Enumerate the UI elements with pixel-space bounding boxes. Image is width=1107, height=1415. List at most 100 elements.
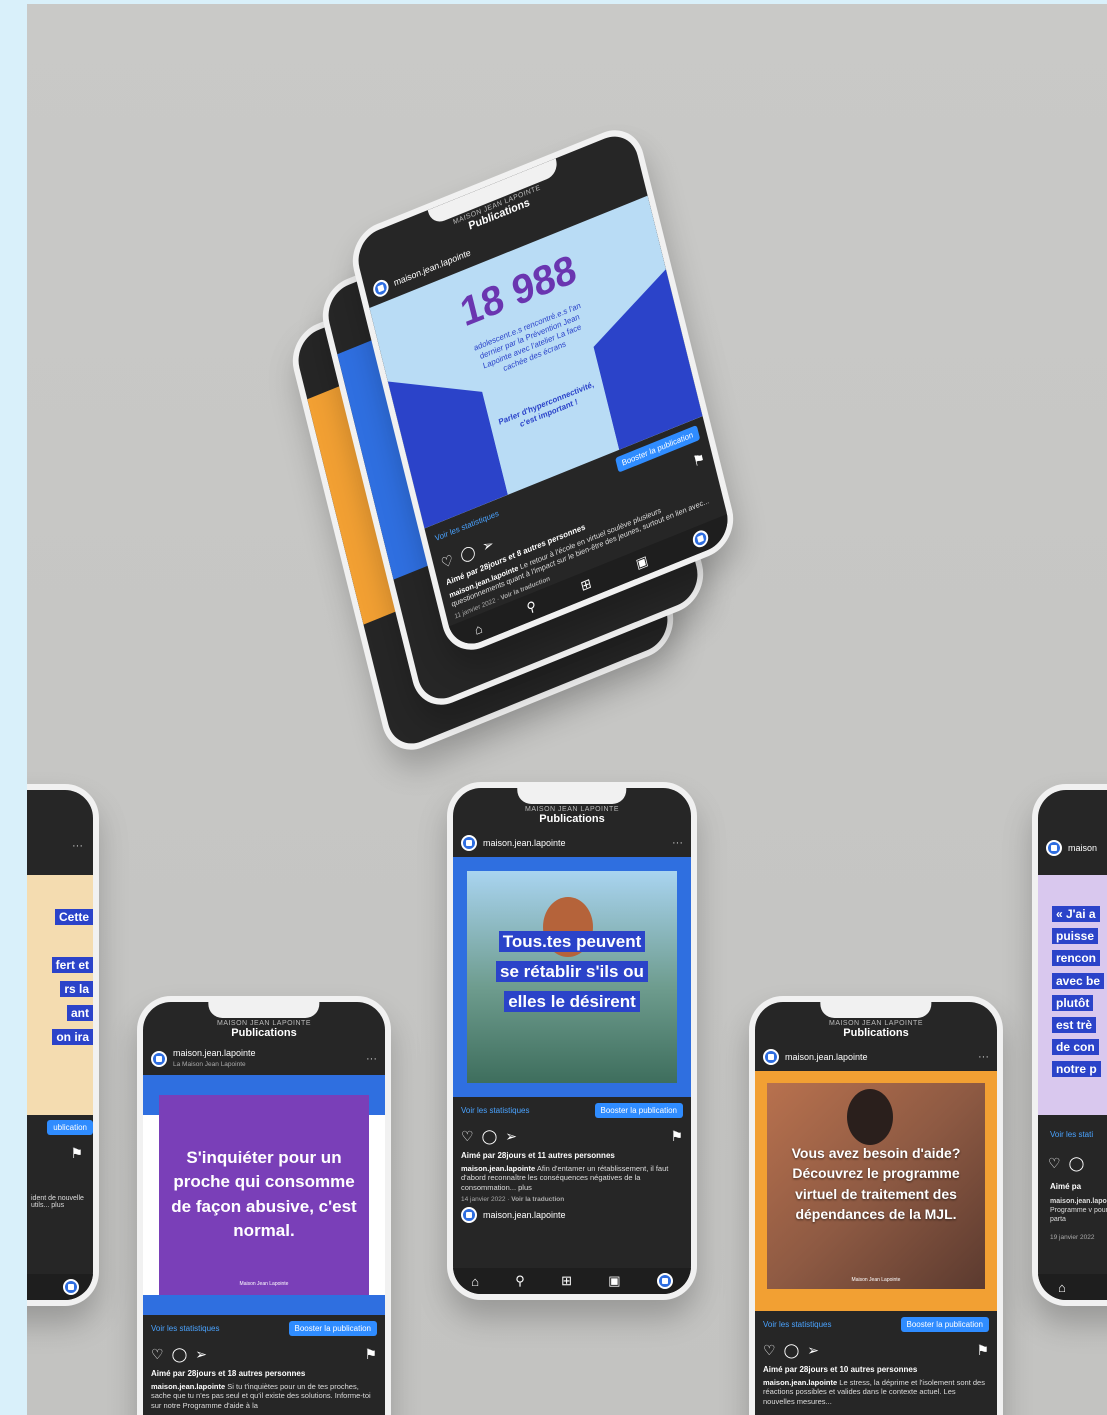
insights-bar: Voir les statistiques Booster la publica… [453, 1097, 691, 1124]
more-icon[interactable]: ··· [672, 837, 683, 849]
post-image: S'inquiéter pour un proche qui consomme … [143, 1074, 385, 1315]
avatar[interactable] [461, 835, 477, 851]
more-icon[interactable]: ··· [72, 840, 83, 852]
post-image: Cette fert et rs la ant on ira [27, 875, 93, 1115]
caption-account[interactable]: maison.jean.lapointe [151, 1382, 225, 1391]
heart-icon[interactable]: ♡ [439, 551, 455, 572]
bookmark-icon[interactable]: ⚑ [976, 1342, 989, 1359]
next-post-account[interactable]: maison.jean.lapointe [453, 1205, 691, 1229]
search-icon[interactable]: ⚲ [525, 598, 538, 617]
boost-button[interactable]: ublication [47, 1120, 93, 1135]
bookmark-icon[interactable]: ⚑ [364, 1346, 377, 1363]
caption-account[interactable]: maison.jean.lapointe [1050, 1198, 1107, 1205]
caption-account[interactable]: maison.jean.lapointe [763, 1378, 837, 1387]
stats-link[interactable]: Voir les statistiques [461, 1106, 529, 1115]
home-icon[interactable]: ⌂ [1058, 1280, 1066, 1295]
avatar[interactable] [461, 1207, 477, 1224]
phone-notch [517, 788, 627, 804]
headline-line: notre p [1052, 1061, 1101, 1078]
share-icon[interactable]: ➢ [480, 535, 495, 556]
stats-link[interactable]: Voir les statistiques [763, 1320, 831, 1329]
account-name[interactable]: maison.jean.lapointe [785, 1052, 868, 1062]
heart-icon[interactable]: ♡ [763, 1342, 776, 1359]
headline-line: Tous.tes peuvent [498, 931, 646, 952]
comment-icon[interactable]: ◯ [784, 1342, 800, 1359]
date-fragment: 19 janvier 2022 [1050, 1234, 1095, 1241]
profile-avatar[interactable] [690, 528, 710, 550]
add-icon[interactable]: ⊞ [579, 575, 593, 595]
home-icon[interactable]: ⌂ [473, 620, 484, 638]
post-headline: Vous avez besoin d'aide? Découvrez le pr… [791, 1145, 961, 1222]
post-headline: Tous.tes peuvent se rétablir s'ils ou el… [453, 927, 691, 1016]
caption-fragment: ident de nouvelle utils... plus [31, 1195, 91, 1209]
account-row[interactable]: maison.jean.lapointe ··· [453, 825, 691, 857]
more-icon[interactable]: ··· [978, 1051, 989, 1063]
likes-text[interactable]: Aimé par 28jours et 10 autres personnes [755, 1363, 997, 1376]
boost-button[interactable]: Booster la publication [594, 1103, 683, 1118]
post-headline: S'inquiéter pour un proche qui consomme … [171, 1147, 357, 1241]
account-row[interactable]: maison.jean.lapointe La Maison Jean Lapoi… [143, 1039, 385, 1075]
headline-line: on ira [52, 1029, 93, 1045]
share-icon[interactable]: ➢ [195, 1346, 207, 1363]
likes-text[interactable]: Aimé par 28jours et 11 autres personnes [453, 1149, 691, 1162]
account-name[interactable]: maison.jean.lapointe [173, 1048, 256, 1058]
center-phone: MAISON JEAN LAPOINTE Publications maison… [447, 782, 697, 1300]
account-name[interactable]: maison.jean.lapointe [483, 1210, 566, 1220]
boost-button[interactable]: Booster la publication [288, 1320, 377, 1336]
likes-text[interactable]: Aimé par 28jours et 18 autres personnes [143, 1367, 385, 1380]
search-icon[interactable]: ⚲ [515, 1273, 525, 1289]
heart-icon[interactable]: ♡ [1048, 1155, 1061, 1172]
home-icon[interactable]: ⌂ [471, 1274, 479, 1289]
reels-icon[interactable]: ▣ [634, 552, 649, 572]
profile-avatar[interactable] [656, 1273, 673, 1289]
account-name[interactable]: maison.jean.lapointe [483, 838, 566, 848]
post-body-2: Parler d'hyperconnectivité, c'est import… [497, 379, 595, 430]
add-icon[interactable]: ⊞ [561, 1273, 572, 1289]
post-image: Tous.tes peuvent se rétablir s'ils ou el… [453, 857, 691, 1097]
account-row[interactable]: maison.jean.lapointe ··· [755, 1039, 997, 1071]
brand-label: MAISON JEAN LAPOINTE [828, 1020, 924, 1027]
avatar[interactable] [763, 1049, 779, 1065]
caption: maison.jean.lapointe Le stress, la dépri… [755, 1376, 997, 1408]
heart-icon[interactable]: ♡ [461, 1128, 474, 1145]
account-row[interactable]: maison [1038, 790, 1107, 862]
bottom-nav: ⌂ [1038, 1274, 1107, 1300]
comment-icon[interactable]: ◯ [172, 1346, 188, 1363]
account-subtitle: La Maison Jean Lapointe [173, 1060, 246, 1068]
partial-right-screen: maison « J'ai a puisse rencon avec be pl… [1038, 790, 1107, 1300]
comment-icon[interactable]: ◯ [458, 542, 477, 565]
caption-account[interactable]: maison.jean.lapointe [461, 1164, 535, 1173]
boost-button[interactable]: Booster la publication [900, 1317, 989, 1332]
caption: maison.jean.lapointe Si tu t'inquiètes p… [143, 1380, 385, 1412]
translate-link[interactable]: Voir la traduction [511, 1196, 564, 1203]
bookmark-icon[interactable]: ⚑ [670, 1128, 683, 1145]
reels-icon[interactable]: ▣ [608, 1273, 620, 1289]
insights-bar: Voir les statistiques Booster la publica… [143, 1315, 385, 1342]
profile-avatar[interactable] [63, 1279, 79, 1295]
headline-line: Cette [54, 909, 93, 925]
more-link[interactable]: plus [518, 1183, 532, 1192]
heart-icon[interactable]: ♡ [151, 1346, 164, 1363]
headline-line: rs la [60, 981, 93, 997]
headline-line: est trè [1052, 1016, 1097, 1033]
bookmark-icon[interactable]: ⚑ [691, 449, 707, 470]
comment-icon[interactable]: ◯ [1069, 1155, 1085, 1172]
brand-label: MAISON JEAN LAPOINTE [524, 806, 620, 813]
stats-link-fragment[interactable]: Voir les stati [1050, 1130, 1093, 1139]
stats-link[interactable]: Voir les statistiques [151, 1324, 219, 1333]
comment-icon[interactable]: ◯ [482, 1128, 498, 1145]
avatar[interactable] [151, 1050, 167, 1067]
logo-text: Maison Jean Lapointe [851, 1277, 901, 1283]
action-row: ♡ ◯ [1048, 1155, 1084, 1172]
header-title: Publications [539, 813, 605, 825]
avatar[interactable] [371, 277, 391, 300]
partial-right-phone: maison « J'ai a puisse rencon avec be pl… [1032, 784, 1107, 1306]
account-name-fragment[interactable]: maison [1068, 843, 1097, 853]
bookmark-icon[interactable]: ⚑ [70, 1145, 83, 1162]
share-icon[interactable]: ➢ [505, 1128, 517, 1145]
more-link[interactable]: plus [51, 1202, 64, 1209]
more-icon[interactable]: ··· [366, 1053, 377, 1065]
partial-left-phone: ··· Cette fert et rs la ant on ira ublic… [27, 784, 99, 1306]
share-icon[interactable]: ➢ [807, 1342, 819, 1359]
avatar[interactable] [1046, 840, 1062, 856]
